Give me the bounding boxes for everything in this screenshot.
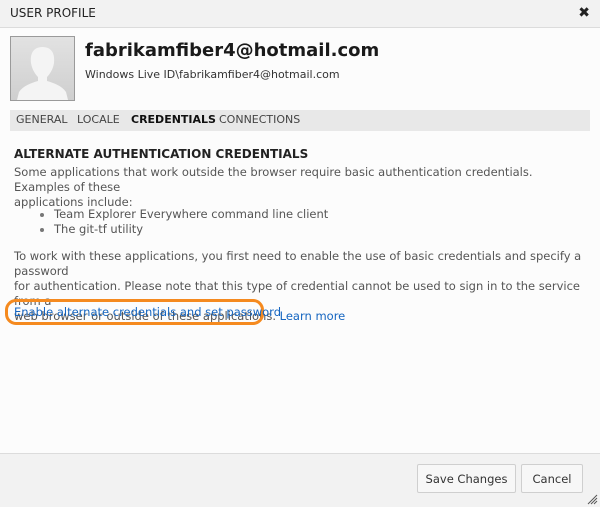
- note-line: To work with these applications, you fir…: [14, 249, 582, 278]
- examples-list: Team Explorer Everywhere command line cl…: [38, 207, 328, 237]
- dialog-titlebar: USER PROFILE ✖: [0, 0, 600, 28]
- cancel-button[interactable]: Cancel: [521, 464, 583, 493]
- tab-general[interactable]: GENERAL: [16, 113, 68, 126]
- tab-credentials[interactable]: CREDENTIALS: [131, 113, 216, 126]
- user-silhouette-icon: [17, 47, 68, 100]
- close-icon[interactable]: ✖: [578, 5, 590, 21]
- learn-more-link[interactable]: Learn more: [280, 309, 346, 323]
- dialog-footer: Save Changes Cancel: [0, 453, 600, 507]
- tab-locale[interactable]: LOCALE: [77, 113, 120, 126]
- enable-alternate-credentials-link[interactable]: Enable alternate credentials and set pas…: [14, 305, 281, 319]
- bullet-icon: [40, 213, 44, 217]
- intro-text: Some applications that work outside the …: [14, 165, 589, 210]
- tab-bar: GENERAL LOCALE CREDENTIALS CONNECTIONS: [10, 110, 590, 131]
- avatar: [10, 36, 75, 101]
- intro-line: Some applications that work outside the …: [14, 165, 533, 194]
- section-title: ALTERNATE AUTHENTICATION CREDENTIALS: [14, 147, 309, 161]
- list-item: Team Explorer Everywhere command line cl…: [38, 207, 328, 222]
- dialog-title: USER PROFILE: [10, 6, 96, 20]
- user-display-name: fabrikamfiber4@hotmail.com: [85, 40, 380, 61]
- save-changes-button[interactable]: Save Changes: [417, 464, 516, 493]
- resize-grip-icon[interactable]: [586, 493, 598, 505]
- bullet-icon: [40, 228, 44, 232]
- tab-connections[interactable]: CONNECTIONS: [219, 113, 300, 126]
- user-account-id: Windows Live ID\fabrikamfiber4@hotmail.c…: [85, 68, 340, 81]
- list-item: The git-tf utility: [38, 222, 328, 237]
